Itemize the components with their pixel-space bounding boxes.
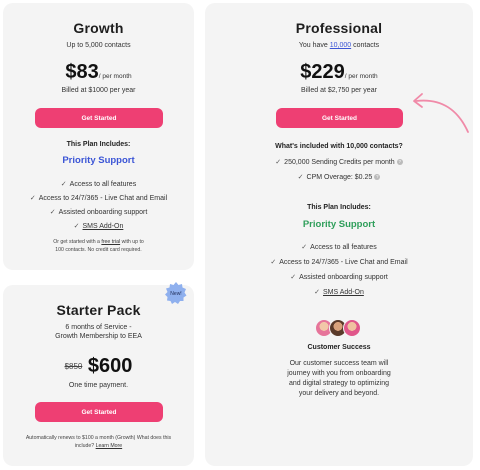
starter-pack-card: Starter Pack 6 months of Service - Growth…: [3, 285, 194, 466]
starter-price-row: $850 $600: [3, 355, 194, 378]
starter-old-price: $850: [64, 362, 83, 372]
credit-item: ✓ CPM Overage: $0.25?: [297, 174, 381, 181]
professional-price-row: $229/ per month: [205, 61, 473, 84]
customer-success-avatars: [315, 319, 363, 339]
growth-per: / per month: [98, 73, 132, 80]
check-icon: ✓: [275, 159, 282, 166]
growth-feature-item: ✓ Access to 24/7/365 - Live Chat and Emai…: [29, 195, 168, 202]
professional-sms-addon-link[interactable]: SMS Add-On: [323, 289, 364, 296]
growth-feature-item: ✓ SMS Add-On: [3, 222, 194, 230]
customer-success-title: Customer Success: [307, 344, 371, 351]
new-badge: New!: [165, 282, 187, 304]
credit-item: ✓ 250,000 Sending Credits per month?: [275, 159, 403, 166]
professional-per: / per month: [344, 73, 378, 80]
professional-get-started-button[interactable]: Get Started: [276, 108, 403, 128]
growth-plan-card: Growth Up to 5,000 contacts $83/ per mon…: [3, 3, 194, 270]
check-icon: ✓: [297, 174, 304, 181]
professional-price: $229: [300, 61, 345, 83]
question-icon[interactable]: ?: [396, 159, 403, 166]
growth-price-row: $83/ per month: [3, 61, 194, 84]
starter-renew-note: Automatically renews to $100 a month (Gr…: [25, 435, 172, 449]
professional-feature-item: ✓ Access to all features: [301, 244, 377, 251]
professional-contacts: You have 10,000 contacts: [298, 42, 380, 49]
check-icon: ✓: [60, 181, 67, 188]
free-trial-link[interactable]: free trial: [101, 239, 120, 245]
question-icon[interactable]: ?: [374, 174, 381, 181]
professional-priority-support: Priority Support: [302, 219, 376, 230]
growth-feature-item: ✓ Access to all features: [60, 181, 137, 188]
growth-plan-title: Growth: [73, 20, 124, 36]
professional-feature-item: ✓ SMS Add-On: [205, 288, 473, 296]
growth-feature-item: ✓ Assisted onboarding support: [49, 209, 148, 216]
starter-plan-title: Starter Pack: [56, 302, 141, 318]
svg-text:New!: New!: [170, 291, 181, 297]
growth-billed: Billed at $1000 per year: [61, 87, 136, 94]
starter-payment-note: One time payment.: [68, 382, 129, 389]
growth-includes-title: This Plan Includes:: [66, 141, 131, 148]
arrow-icon: [413, 93, 469, 133]
contacts-count-link[interactable]: 10,000: [330, 42, 351, 49]
check-icon: ✓: [270, 259, 277, 266]
check-icon: ✓: [73, 223, 80, 230]
professional-plan-card: Professional You have 10,000 contacts $2…: [205, 3, 473, 466]
check-icon: ✓: [29, 195, 36, 202]
learn-more-link[interactable]: Learn More: [96, 443, 123, 449]
check-icon: ✓: [49, 209, 56, 216]
growth-priority-support: Priority Support: [62, 155, 135, 166]
starter-description: 6 months of Service - Growth Membership t…: [55, 324, 142, 341]
check-icon: ✓: [301, 244, 308, 251]
growth-sms-addon-link[interactable]: SMS Add-On: [83, 223, 124, 230]
growth-price: $83: [65, 61, 99, 83]
growth-get-started-button[interactable]: Get Started: [35, 108, 163, 128]
check-icon: ✓: [290, 274, 297, 281]
growth-trial-note: Or get started with a free trial with up…: [53, 239, 144, 253]
starter-price: $600: [87, 355, 133, 377]
professional-included-title: What's included with 10,000 contacts?: [275, 143, 403, 150]
avatar: [343, 319, 361, 337]
professional-plan-title: Professional: [295, 20, 383, 36]
professional-feature-item: ✓ Access to 24/7/365 - Live Chat and Emai…: [270, 259, 408, 266]
professional-includes-title: This Plan Includes:: [307, 204, 371, 211]
check-icon: ✓: [314, 289, 320, 296]
badge-icon: New!: [165, 282, 187, 304]
starter-get-started-button[interactable]: Get Started: [35, 402, 163, 422]
growth-contacts: Up to 5,000 contacts: [66, 42, 131, 49]
professional-feature-item: ✓ Assisted onboarding support: [290, 274, 388, 281]
customer-success-text: Our customer success team will journey w…: [287, 360, 391, 398]
